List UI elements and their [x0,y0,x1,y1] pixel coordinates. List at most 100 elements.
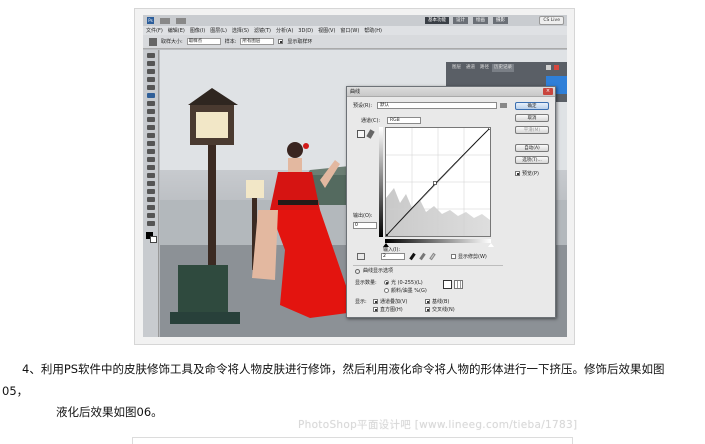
eraser-tool-icon[interactable] [147,133,155,138]
curve-pencil-icon[interactable] [366,129,375,139]
sample-layers-select[interactable]: 所有图层 [240,38,275,45]
pigment-radio[interactable] [384,288,389,293]
brush-tool-icon[interactable] [147,109,155,114]
white-eyedropper-icon[interactable] [429,252,436,261]
curve-edit-points-icon[interactable] [357,130,365,138]
curves-dialog-title: 曲线 [350,89,361,95]
sample-size-select[interactable]: 取样点 [186,38,221,45]
panel-tab-layers[interactable]: 图层 [450,64,463,72]
eyedropper-tool-icon[interactable] [149,37,157,46]
curve-point[interactable] [384,234,388,238]
panel-tab-channels[interactable]: 通道 [464,64,477,72]
auto-button[interactable]: 自动(A) [515,144,549,152]
intersection-checkbox[interactable] [425,307,430,312]
pen-tool-icon[interactable] [147,165,155,170]
curve-plot[interactable] [384,126,492,238]
3d-camera-icon[interactable] [147,205,155,210]
ws-switch-icon[interactable] [160,17,170,24]
menu-window[interactable]: 窗口(W) [340,27,359,34]
preset-options-icon[interactable] [500,103,507,108]
menu-image[interactable]: 图像(I) [190,27,205,34]
on-image-adjust-icon[interactable] [357,253,365,260]
menu-filter[interactable]: 滤镜(T) [254,27,271,34]
crop-tool-icon[interactable] [147,85,155,90]
menu-edit[interactable]: 编辑(E) [168,27,185,34]
marquee-tool-icon[interactable] [147,61,155,66]
sample-layers-label: 样本: [224,39,237,45]
curves-dialog-titlebar[interactable]: 曲线 × [347,87,555,97]
grid-detailed-icon[interactable] [454,280,463,289]
blur-tool-icon[interactable] [147,149,155,154]
curves-graph[interactable] [384,126,492,238]
white-point-slider-icon[interactable] [488,243,494,247]
menu-file[interactable]: 文件(F) [146,27,163,34]
liquify-result-text: 液化后效果如图06。 [56,405,163,419]
dodge-tool-icon[interactable] [147,157,155,162]
background-color-swatch[interactable] [150,236,157,243]
workspace-tab-design[interactable]: 设计 [453,17,468,24]
curve-point[interactable] [433,181,437,185]
menu-select[interactable]: 选择(S) [232,27,249,34]
channel-select[interactable]: RGB [387,117,421,124]
options-button[interactable]: 选项(T)... [515,156,549,164]
workspace-tab-photography[interactable]: 摄影 [493,17,508,24]
close-icon[interactable]: × [543,88,553,95]
display-options-label: 曲线显示选项 [363,268,394,274]
panel-tab-paths[interactable]: 路径 [478,64,491,72]
type-tool-icon[interactable] [147,173,155,178]
gray-eyedropper-icon[interactable] [419,252,426,261]
menu-view[interactable]: 视图(V) [318,27,335,34]
eyedropper-icon[interactable] [147,93,155,98]
collapse-toggle-icon[interactable] [355,269,360,274]
gradient-tool-icon[interactable] [147,141,155,146]
workspace-tab-painting[interactable]: 绘画 [473,17,488,24]
black-eyedropper-icon[interactable] [409,252,416,261]
curve-point[interactable] [488,126,492,130]
light-radio-label: 光 (0-255)(L) [391,280,423,286]
histogram-checkbox[interactable] [373,307,378,312]
smooth-button[interactable]: 平滑(M) [515,126,549,134]
workspace-tab-essentials[interactable]: 基本功能 [425,17,449,24]
3d-rotate-icon[interactable] [147,197,155,202]
shape-tool-icon[interactable] [147,189,155,194]
panel-tab-history[interactable]: 历史记录 [492,64,514,72]
move-tool-icon[interactable] [147,53,155,58]
history-brush-icon[interactable] [147,125,155,130]
clone-stamp-icon[interactable] [147,117,155,122]
baseline-checkbox[interactable] [425,299,430,304]
preset-select[interactable]: 默认 [377,102,497,109]
light-radio[interactable] [384,280,389,285]
menu-help[interactable]: 帮助(H) [364,27,382,34]
input-gradient-bar [385,239,491,243]
options-bar: 取样大小: 取样点 样本: 所有图层 显示取样环 [143,35,567,49]
sample-size-label: 取样大小: [161,39,183,45]
channel-overlays-checkbox[interactable] [373,299,378,304]
cs-live-button[interactable]: CS Live [539,16,564,25]
ps-logo-icon: Ps [147,17,154,24]
lasso-tool-icon[interactable] [147,69,155,74]
show-ring-checkbox[interactable] [278,39,284,44]
photoshop-title-bar: Ps 基本功能 设计 绘画 摄影 CS Live [143,15,567,26]
path-select-icon[interactable] [147,181,155,186]
show-clipping-checkbox[interactable] [451,254,456,259]
menu-analysis[interactable]: 分析(A) [276,27,293,34]
intersection-label: 交叉线(N) [432,307,455,313]
panel-minimize-icon[interactable] [546,65,551,70]
grid-simple-icon[interactable] [443,280,452,289]
hand-tool-icon[interactable] [147,213,155,218]
input-input[interactable]: 2 [381,253,405,260]
output-label: 输出(O): [353,213,373,219]
preview-checkbox[interactable] [515,171,520,176]
ok-button[interactable]: 确定 [515,102,549,110]
panel-close-icon[interactable] [554,65,559,70]
view-extras-icon[interactable] [176,17,186,24]
cancel-button[interactable]: 取消 [515,114,549,122]
output-input[interactable]: 0 [353,222,377,229]
healing-brush-icon[interactable] [147,101,155,106]
menu-layer[interactable]: 图层(L) [210,27,227,34]
quick-select-tool-icon[interactable] [147,77,155,82]
menu-3d[interactable]: 3D(D) [298,28,313,34]
zoom-tool-icon[interactable] [147,221,155,226]
show-amount-label: 显示数量: [355,280,377,286]
options-separator [353,265,503,266]
